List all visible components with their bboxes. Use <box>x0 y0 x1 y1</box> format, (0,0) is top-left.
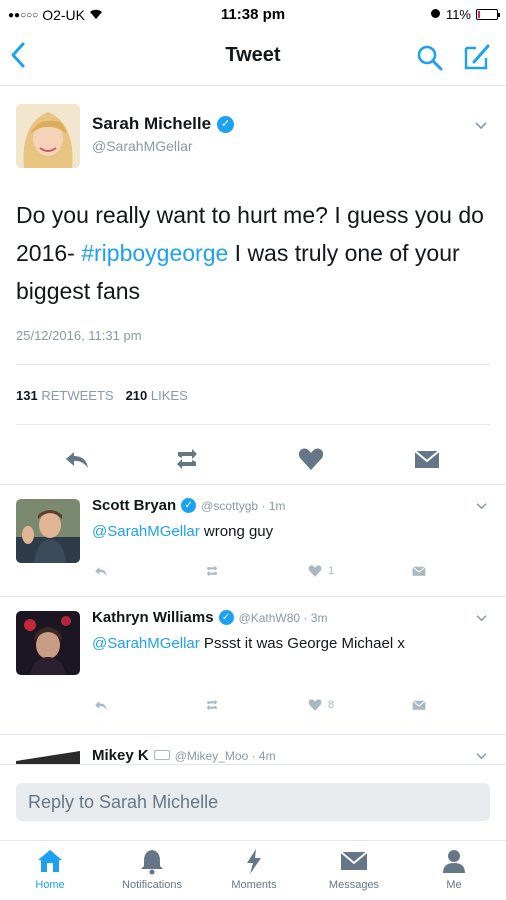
alarm-icon <box>430 7 441 22</box>
battery-fill <box>478 11 480 18</box>
person-icon <box>406 847 502 875</box>
tab-label: Messages <box>328 879 380 891</box>
avatar[interactable] <box>16 745 80 764</box>
reply-header: Scott Bryan ✓ @scottygb · 1m <box>92 497 285 514</box>
reply-text: @SarahMGellar Pssst it was George Michae… <box>92 633 488 655</box>
reply-header: Mikey K @Mikey_Moo · 4m <box>92 747 276 764</box>
mention-link[interactable]: @SarahMGellar <box>92 523 200 540</box>
bell-icon <box>104 847 200 875</box>
hashtag-link[interactable]: #ripboygeorge <box>81 240 228 266</box>
list-item[interactable]: Kathryn Williams ✓ @KathW80 · 3m @SarahM… <box>0 596 506 728</box>
reply-text: @SarahMGellar wrong guy <box>92 521 488 543</box>
lightning-icon <box>206 847 302 875</box>
envelope-icon[interactable] <box>410 697 428 713</box>
reply-author-name[interactable]: Kathryn Williams <box>92 609 214 626</box>
chevron-down-icon[interactable] <box>475 611 488 626</box>
reply-icon[interactable] <box>92 697 110 713</box>
divider <box>16 424 490 425</box>
retweet-icon[interactable] <box>172 444 202 474</box>
reply-author-name[interactable]: Scott Bryan <box>92 497 176 514</box>
tab-me[interactable]: Me <box>406 847 502 891</box>
heart-icon <box>308 565 322 577</box>
like-count: 8 <box>328 699 335 711</box>
status-right: 11% <box>430 7 500 22</box>
avatar[interactable] <box>16 611 80 675</box>
chevron-down-icon[interactable] <box>475 749 488 764</box>
search-icon[interactable] <box>416 44 444 72</box>
nav-bar: Tweet <box>0 30 506 86</box>
tweet-stats: 131 RETWEETS 210 LIKES <box>16 388 188 403</box>
chevron-down-icon[interactable] <box>475 499 488 514</box>
author-handle[interactable]: @SarahMGellar <box>92 138 193 154</box>
like-stat[interactable]: 210 LIKES <box>126 388 188 403</box>
verified-icon: ✓ <box>181 498 197 513</box>
tab-messages[interactable]: Messages <box>306 847 402 891</box>
like-button[interactable]: 8 <box>306 697 334 713</box>
heart-icon[interactable] <box>296 444 326 474</box>
divider <box>16 364 490 365</box>
like-button[interactable]: 1 <box>306 563 334 579</box>
author-name-text: Sarah Michelle <box>92 114 212 133</box>
envelope-icon[interactable] <box>410 563 428 579</box>
compose-icon[interactable] <box>462 42 492 72</box>
tab-label: Me <box>446 879 462 891</box>
tab-label: Moments <box>231 879 277 891</box>
reply-composer-bar: Reply to Sarah Michelle <box>0 764 506 840</box>
reply-handle: @scottygb · 1m <box>201 498 286 513</box>
retweet-count: 131 <box>16 388 38 403</box>
verified-icon: ✓ <box>217 115 235 133</box>
verified-icon: ✓ <box>218 610 234 625</box>
like-label: LIKES <box>150 388 188 403</box>
author-name[interactable]: Sarah Michelle ✓ <box>92 114 235 134</box>
mention-link[interactable]: @SarahMGellar <box>92 635 200 652</box>
battery-percent: 11% <box>445 7 471 22</box>
tab-label: Home <box>35 879 65 891</box>
tweet-timestamp: 25/12/2016, 11:31 pm <box>16 328 142 343</box>
tab-moments[interactable]: Moments <box>206 847 302 891</box>
tab-home[interactable]: Home <box>2 847 98 891</box>
tab-label: Notifications <box>122 879 182 891</box>
avatar[interactable] <box>16 104 80 168</box>
tweet-text: Do you really want to hurt me? I guess y… <box>16 196 486 310</box>
retweet-label: RETWEETS <box>41 388 114 403</box>
tweet-actions <box>0 440 506 480</box>
reply-header: Kathryn Williams ✓ @KathW80 · 3m <box>92 609 327 626</box>
reply-author-name[interactable]: Mikey K <box>92 747 149 764</box>
chevron-down-icon[interactable] <box>474 118 488 134</box>
list-item[interactable]: Mikey K @Mikey_Moo · 4m <box>0 734 506 764</box>
tab-notifications[interactable]: Notifications <box>104 847 200 891</box>
reply-actions: 1 <box>92 563 432 587</box>
battery-icon <box>476 9 500 20</box>
reply-actions: 8 <box>92 697 432 721</box>
tab-bar: Home Notifications Moments Messages Me <box>0 840 506 900</box>
retweet-stat[interactable]: 131 RETWEETS <box>16 388 114 403</box>
status-bar: ●●○○○ O2-UK 11:38 pm 11% <box>0 0 506 30</box>
retweet-icon[interactable] <box>202 697 222 713</box>
retweet-icon[interactable] <box>202 563 222 579</box>
reply-handle: @KathW80 · 3m <box>238 610 328 625</box>
reply-handle: @Mikey_Moo · 4m <box>174 748 276 763</box>
reply-text-part: Pssst it was George Michael x <box>199 635 405 652</box>
like-count: 1 <box>328 565 335 577</box>
like-count: 210 <box>125 388 148 403</box>
reply-icon[interactable] <box>92 563 110 579</box>
heart-icon <box>308 699 322 711</box>
home-icon <box>2 847 98 875</box>
envelope-icon[interactable] <box>412 444 442 474</box>
list-icon <box>153 747 170 764</box>
list-item[interactable]: Scott Bryan ✓ @scottygb · 1m @SarahMGell… <box>0 484 506 590</box>
reply-input[interactable]: Reply to Sarah Michelle <box>16 783 490 821</box>
envelope-icon <box>306 847 402 875</box>
avatar[interactable] <box>16 499 80 563</box>
reply-text-part: wrong guy <box>199 523 274 540</box>
reply-icon[interactable] <box>62 444 92 474</box>
